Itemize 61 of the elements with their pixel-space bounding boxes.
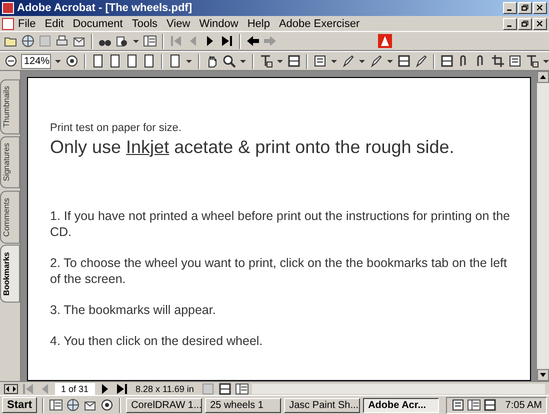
zoom-icon[interactable] bbox=[222, 54, 236, 68]
page-number-field[interactable]: 1 of 31 bbox=[55, 382, 95, 394]
crop-icon[interactable] bbox=[490, 54, 505, 68]
heading-text: Only use Inkjet acetate & print onto the rough side. bbox=[50, 137, 456, 158]
page-icon[interactable] bbox=[124, 54, 139, 68]
zoom-in-icon[interactable] bbox=[64, 54, 79, 68]
taskbar-button[interactable]: 25 wheels 1 bbox=[205, 398, 282, 412]
note-text: Print test on paper for size. bbox=[50, 122, 182, 134]
menu-item[interactable]: View bbox=[166, 18, 190, 30]
side-tab[interactable]: Bookmarks bbox=[0, 245, 20, 303]
horizontal-scrollbar[interactable] bbox=[252, 384, 545, 394]
single-page-icon[interactable] bbox=[200, 382, 215, 396]
menu-item[interactable]: Document bbox=[72, 18, 123, 30]
print-icon[interactable] bbox=[55, 34, 69, 48]
paragraph: 2. To choose the wheel you want to print, click on the the bookmarks tab on the left of the screen. bbox=[50, 255, 508, 287]
menu-item[interactable]: Adobe Exerciser bbox=[278, 18, 360, 30]
paragraph: 3. The bookmarks will appear. bbox=[50, 302, 217, 318]
move-arrows-icon[interactable] bbox=[4, 382, 18, 396]
clock-text: 7:05 AM bbox=[505, 400, 542, 410]
paragraph: 4. You then click on the desired wheel. bbox=[50, 333, 264, 349]
taskbar-button[interactable]: Adobe Acr... bbox=[363, 398, 440, 412]
scroll-down-button[interactable] bbox=[537, 369, 549, 381]
paragraph: 1. If you have not printed a wheel before print out the instructions for printing on the CD. bbox=[50, 208, 510, 240]
app-icon bbox=[2, 2, 14, 14]
page-icon[interactable] bbox=[108, 54, 122, 68]
scroll-up-button[interactable] bbox=[537, 71, 549, 83]
menu-item[interactable]: Window bbox=[199, 18, 238, 30]
minimize-button[interactable] bbox=[503, 18, 517, 30]
taskbar-button[interactable]: Jasc Paint Sh... bbox=[284, 398, 360, 412]
logo-icon[interactable] bbox=[378, 34, 392, 48]
globe-icon[interactable] bbox=[21, 34, 35, 48]
page-icon[interactable] bbox=[90, 54, 105, 68]
taskbar-button[interactable]: CorelDRAW 1... bbox=[126, 398, 202, 412]
back-arrow-icon[interactable] bbox=[246, 34, 260, 48]
zoom-out-icon[interactable] bbox=[4, 54, 18, 68]
menu-item[interactable]: Tools bbox=[132, 18, 158, 30]
pencil-icon[interactable] bbox=[340, 54, 355, 68]
close-button[interactable] bbox=[533, 18, 547, 30]
page-size-text: 8.28 x 11.69 in bbox=[136, 384, 194, 394]
menu-item[interactable]: Help bbox=[247, 18, 270, 30]
window-title: Adobe Acrobat - [The wheels.pdf] bbox=[17, 2, 193, 14]
start-button[interactable]: Start bbox=[2, 397, 38, 413]
page-icon[interactable] bbox=[142, 54, 156, 68]
minimize-button[interactable] bbox=[503, 2, 517, 14]
text-select-icon[interactable] bbox=[258, 54, 273, 68]
panel-icon[interactable] bbox=[143, 34, 157, 48]
menu-item[interactable]: File bbox=[18, 18, 36, 30]
vertical-scrollbar[interactable] bbox=[537, 71, 549, 381]
zoom-field[interactable]: 124% bbox=[21, 54, 51, 68]
first-page-icon[interactable] bbox=[21, 382, 35, 396]
close-button[interactable] bbox=[533, 2, 547, 14]
restore-button[interactable] bbox=[518, 18, 532, 30]
side-tab[interactable]: Thumbnails bbox=[0, 79, 20, 134]
last-page-icon[interactable] bbox=[220, 34, 234, 48]
side-tab[interactable]: Comments bbox=[0, 190, 20, 244]
menu-item[interactable]: Edit bbox=[44, 18, 64, 30]
restore-button[interactable] bbox=[518, 2, 532, 14]
browser-icon[interactable] bbox=[66, 398, 80, 412]
note-icon[interactable] bbox=[312, 54, 327, 68]
last-page-icon[interactable] bbox=[114, 382, 129, 396]
side-tab[interactable]: Signatures bbox=[0, 136, 20, 189]
